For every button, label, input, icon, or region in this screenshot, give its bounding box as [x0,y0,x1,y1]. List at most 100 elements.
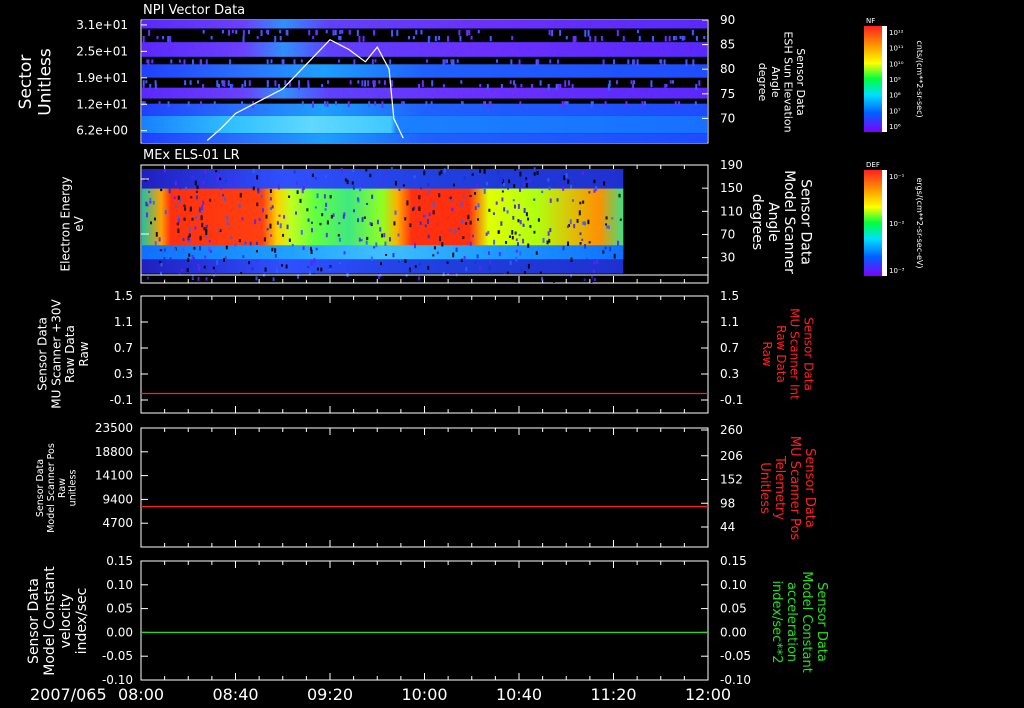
els-band-low [142,245,624,260]
heatmap-speck [205,59,208,65]
p4-right-axis-label: Sensor DataMU Scanner PosTelemetryUnitle… [757,436,817,541]
els-speck [160,263,163,267]
heatmap-speck [420,29,423,35]
heatmap-speck [357,80,360,84]
heatmap-speck [636,59,639,66]
els-speck [460,258,463,262]
els-speck [501,178,504,183]
els-speck [604,246,607,250]
heatmap-speck [298,83,301,90]
els-speck [149,201,152,204]
els-speck [474,206,477,211]
els-speck [498,251,501,257]
els-speck [191,175,194,179]
els-speck [467,214,470,220]
els-speck [607,225,610,229]
els-speck [302,185,305,191]
els-speck [427,190,430,194]
heatmap-speck [695,83,698,91]
els-speck [219,177,222,181]
els-speck [184,207,187,211]
p4-left-axis-label-line: unitless [68,470,79,507]
els-right-axis-label-line: Sensor Data [797,179,813,265]
els-speck [525,183,528,188]
left-tick-label: -0.05 [102,649,133,663]
els-speck [476,183,479,188]
heatmap-speck [223,80,226,87]
heatmap-speck [627,59,630,65]
heatmap-speck [459,35,462,42]
heatmap-speck [447,35,450,42]
heatmap-speck [300,59,303,63]
els-speck [194,216,197,220]
els-speck [446,261,449,264]
els-speck [182,248,185,252]
els-speck [235,182,238,186]
heatmap-speck [256,35,259,40]
els-right-axis-label-line: degrees [749,194,765,250]
els-speck [224,180,227,183]
els-speck [346,179,349,185]
els-speck [155,277,158,281]
els-speck [370,256,373,261]
heatmap-speck [154,83,157,89]
right-tick-label: -0.1 [720,393,743,407]
els-right-tick-label: 190 [720,158,743,172]
panel-frame [140,427,709,548]
heatmap-speck [672,35,675,41]
els-speck [519,220,522,225]
p5-left-axis-label-line: velocity [58,594,74,649]
els-speck [205,230,208,235]
els-speck [385,253,388,256]
els-speck [255,241,258,245]
els-speck [316,193,319,199]
right-tick-label: 206 [720,449,743,463]
p4-left-axis-label-line: Model Scanner Pos [46,443,57,533]
els-speck [583,221,586,226]
els-title: MEx ELS-01 LR [143,148,240,163]
els-speck [154,241,157,246]
heatmap-speck [415,29,418,35]
heatmap-speck [571,83,574,89]
heatmap-speck [167,35,170,43]
els-speck [343,251,346,255]
els-speck [300,230,303,235]
els-speck [188,239,191,243]
p5-left-axis-label: Sensor Data Model Constant velocity index/s… [26,566,90,676]
els-speck [497,230,500,234]
els-speck [352,185,355,190]
els-speck [503,207,506,212]
heatmap-speck [279,29,282,34]
els-speck [427,234,430,239]
colorbar-tick-label: 10⁻¹ [889,173,905,181]
heatmap-speck [170,59,173,64]
els-speck [611,217,614,220]
els-speck [323,194,326,199]
right-tick-label: 1.5 [720,289,739,303]
colorbar-tick-label: 10⁸ [889,92,901,100]
els-speck [203,265,206,269]
left-tick-label: 0.05 [106,602,133,616]
els-speck [570,184,573,189]
p4-right-axis-label-line: Sensor Data [802,448,817,528]
els-speck [582,171,585,175]
colorbar-tick-label: 10¹⁰ [889,60,904,68]
els-speck [180,268,183,272]
heatmap-speck [691,29,694,36]
els-speck [152,200,155,205]
els-speck [340,167,343,173]
heatmap-speck [368,101,371,108]
heatmap-speck [430,101,433,105]
heatmap-speck [555,83,558,90]
els-speck [203,227,206,231]
right-tick-label: 0.00 [720,625,747,639]
heatmap-speck [630,80,633,85]
els-speck [223,258,226,262]
heatmap-speck [456,59,459,63]
els-speck [606,225,609,229]
els-speck [319,222,322,226]
els-speck [394,210,397,215]
p4-left-axis-label-line: Raw [57,478,68,498]
els-speck [398,260,401,263]
els-speck [539,271,542,277]
